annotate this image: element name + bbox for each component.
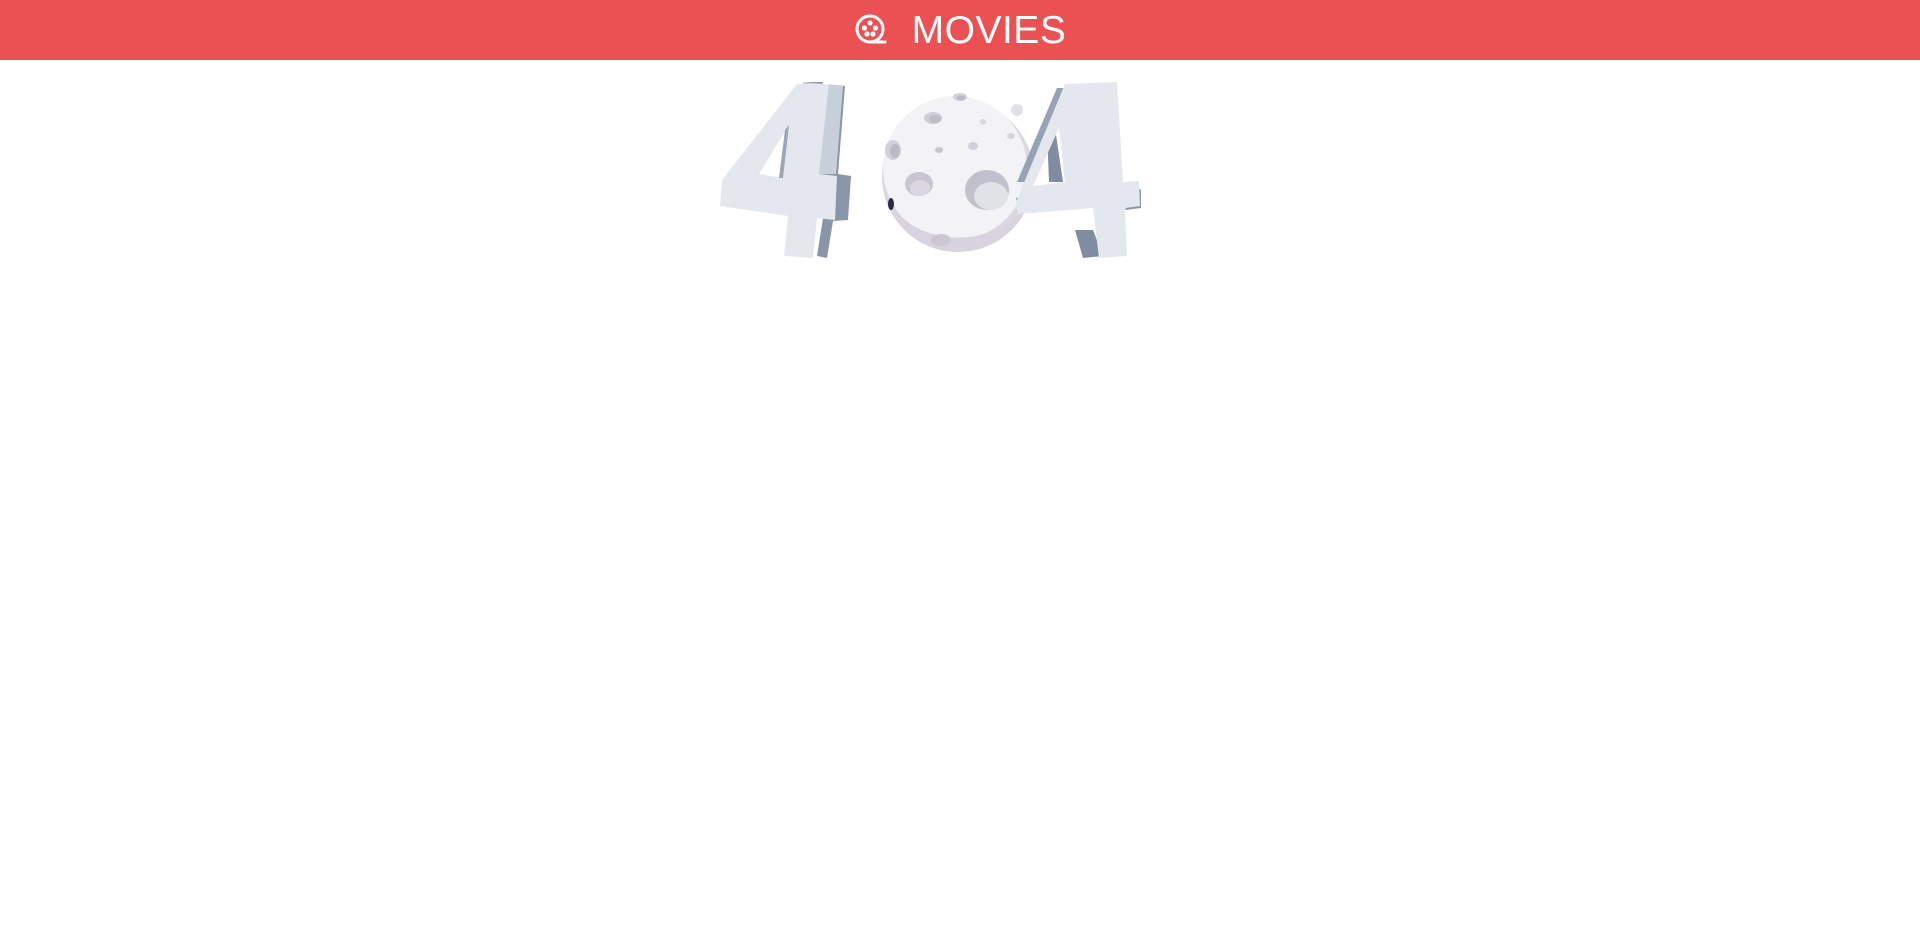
film-reel-icon [854, 13, 888, 47]
brand-title: MOVIES [911, 8, 1067, 52]
top-header-bar: MOVIES [0, 0, 1920, 60]
brand-home-link[interactable]: MOVIES [854, 11, 1067, 50]
error-404-illustration [715, 78, 1195, 262]
left-four-digit [720, 82, 851, 258]
moon-icon [882, 93, 1034, 252]
right-four-digit [1016, 82, 1141, 258]
